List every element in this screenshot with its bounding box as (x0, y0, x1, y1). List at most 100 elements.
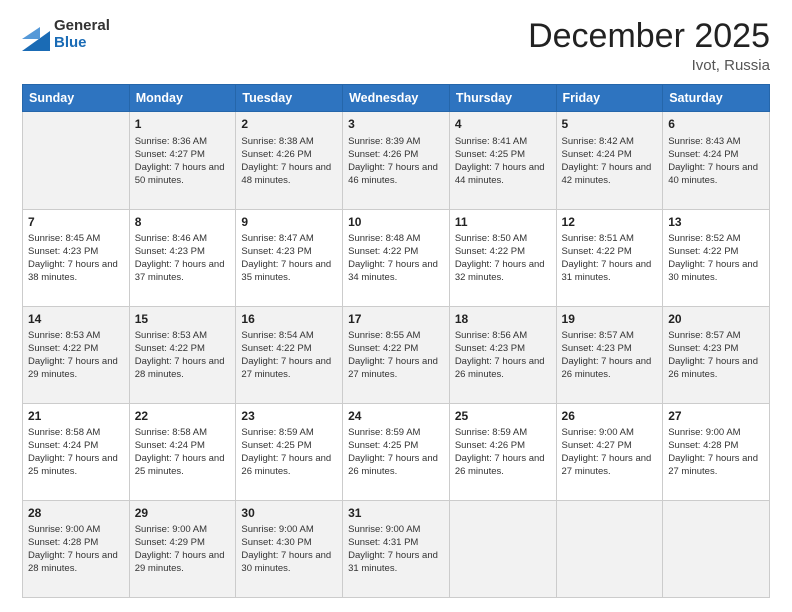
calendar-week-row: 21 Sunrise: 8:58 AMSunset: 4:24 PMDayligh… (23, 403, 770, 500)
location: Ivot, Russia (528, 57, 770, 74)
day-number: 1 (135, 116, 231, 132)
day-number: 13 (668, 214, 764, 230)
col-sunday: Sunday (23, 85, 130, 112)
cell-info: Sunrise: 9:00 AMSunset: 4:28 PMDaylight:… (28, 523, 124, 575)
day-number: 3 (348, 116, 444, 132)
cell-info: Sunrise: 8:54 AMSunset: 4:22 PMDaylight:… (241, 329, 337, 381)
table-row: 6Sunrise: 8:43 AMSunset: 4:24 PMDaylight… (663, 112, 770, 209)
day-number: 11 (455, 214, 551, 230)
cell-info: Sunrise: 8:48 AMSunset: 4:22 PMDaylight:… (348, 232, 444, 284)
col-monday: Monday (129, 85, 236, 112)
day-number: 2 (241, 116, 337, 132)
month-title: December 2025 (528, 18, 770, 55)
day-number: 28 (28, 505, 124, 521)
cell-info: Sunrise: 9:00 AMSunset: 4:29 PMDaylight:… (135, 523, 231, 575)
cell-info: Sunrise: 8:57 AMSunset: 4:23 PMDaylight:… (562, 329, 658, 381)
col-thursday: Thursday (449, 85, 556, 112)
cell-info: Sunrise: 8:59 AMSunset: 4:26 PMDaylight:… (455, 426, 551, 478)
table-row: 17 Sunrise: 8:55 AMSunset: 4:22 PMDayligh… (343, 306, 450, 403)
logo-text: General Blue (54, 18, 110, 51)
cell-info: Sunrise: 8:39 AMSunset: 4:26 PMDaylight:… (348, 135, 444, 187)
day-number: 4 (455, 116, 551, 132)
title-block: December 2025 Ivot, Russia (528, 18, 770, 74)
table-row: 15 Sunrise: 8:53 AMSunset: 4:22 PMDayligh… (129, 306, 236, 403)
logo: General Blue (22, 18, 110, 51)
cell-info: Sunrise: 8:36 AMSunset: 4:27 PMDaylight:… (135, 135, 231, 187)
cell-info: Sunrise: 8:59 AMSunset: 4:25 PMDaylight:… (348, 426, 444, 478)
cell-info: Sunrise: 8:58 AMSunset: 4:24 PMDaylight:… (135, 426, 231, 478)
cell-info: Sunrise: 8:55 AMSunset: 4:22 PMDaylight:… (348, 329, 444, 381)
table-row: 5Sunrise: 8:42 AMSunset: 4:24 PMDaylight… (556, 112, 663, 209)
table-row: 21 Sunrise: 8:58 AMSunset: 4:24 PMDayligh… (23, 403, 130, 500)
cell-info: Sunrise: 8:41 AMSunset: 4:25 PMDaylight:… (455, 135, 551, 187)
table-row: 8Sunrise: 8:46 AMSunset: 4:23 PMDaylight… (129, 209, 236, 306)
day-number: 24 (348, 408, 444, 424)
day-number: 25 (455, 408, 551, 424)
col-friday: Friday (556, 85, 663, 112)
table-row: 4 Sunrise: 8:41 AMSunset: 4:25 PMDaylight… (449, 112, 556, 209)
cell-info: Sunrise: 8:52 AMSunset: 4:22 PMDaylight:… (668, 232, 764, 284)
logo-blue-text: Blue (54, 35, 110, 52)
day-number: 6 (668, 116, 764, 132)
cell-info: Sunrise: 9:00 AMSunset: 4:28 PMDaylight:… (668, 426, 764, 478)
table-row (556, 500, 663, 597)
table-row: 10 Sunrise: 8:48 AMSunset: 4:22 PMDayligh… (343, 209, 450, 306)
table-row: 2 Sunrise: 8:38 AMSunset: 4:26 PMDaylight… (236, 112, 343, 209)
day-number: 7 (28, 214, 124, 230)
page: General Blue December 2025 Ivot, Russia … (0, 0, 792, 612)
table-row: 16Sunrise: 8:54 AMSunset: 4:22 PMDayligh… (236, 306, 343, 403)
day-number: 10 (348, 214, 444, 230)
table-row (663, 500, 770, 597)
table-row: 20 Sunrise: 8:57 AMSunset: 4:23 PMDayligh… (663, 306, 770, 403)
day-number: 19 (562, 311, 658, 327)
table-row: 18Sunrise: 8:56 AMSunset: 4:23 PMDayligh… (449, 306, 556, 403)
table-row: 23 Sunrise: 8:59 AMSunset: 4:25 PMDayligh… (236, 403, 343, 500)
day-number: 30 (241, 505, 337, 521)
table-row: 13 Sunrise: 8:52 AMSunset: 4:22 PMDayligh… (663, 209, 770, 306)
day-number: 8 (135, 214, 231, 230)
cell-info: Sunrise: 8:58 AMSunset: 4:24 PMDaylight:… (28, 426, 124, 478)
table-row: 29 Sunrise: 9:00 AMSunset: 4:29 PMDayligh… (129, 500, 236, 597)
cell-info: Sunrise: 9:00 AMSunset: 4:30 PMDaylight:… (241, 523, 337, 575)
table-row: 28 Sunrise: 9:00 AMSunset: 4:28 PMDayligh… (23, 500, 130, 597)
day-number: 29 (135, 505, 231, 521)
cell-info: Sunrise: 8:50 AMSunset: 4:22 PMDaylight:… (455, 232, 551, 284)
logo-icon (22, 19, 50, 51)
table-row: 25 Sunrise: 8:59 AMSunset: 4:26 PMDayligh… (449, 403, 556, 500)
table-row: 7 Sunrise: 8:45 AMSunset: 4:23 PMDaylight… (23, 209, 130, 306)
table-row (23, 112, 130, 209)
table-row: 3 Sunrise: 8:39 AMSunset: 4:26 PMDaylight… (343, 112, 450, 209)
cell-info: Sunrise: 8:53 AMSunset: 4:22 PMDaylight:… (135, 329, 231, 381)
day-number: 23 (241, 408, 337, 424)
table-row: 26Sunrise: 9:00 AMSunset: 4:27 PMDayligh… (556, 403, 663, 500)
calendar-table: Sunday Monday Tuesday Wednesday Thursday… (22, 84, 770, 598)
table-row: 12Sunrise: 8:51 AMSunset: 4:22 PMDayligh… (556, 209, 663, 306)
cell-info: Sunrise: 8:38 AMSunset: 4:26 PMDaylight:… (241, 135, 337, 187)
table-row: 19 Sunrise: 8:57 AMSunset: 4:23 PMDayligh… (556, 306, 663, 403)
table-row: 9Sunrise: 8:47 AMSunset: 4:23 PMDaylight… (236, 209, 343, 306)
calendar-week-row: 28 Sunrise: 9:00 AMSunset: 4:28 PMDayligh… (23, 500, 770, 597)
table-row: 27Sunrise: 9:00 AMSunset: 4:28 PMDayligh… (663, 403, 770, 500)
cell-info: Sunrise: 9:00 AMSunset: 4:27 PMDaylight:… (562, 426, 658, 478)
col-saturday: Saturday (663, 85, 770, 112)
cell-info: Sunrise: 8:51 AMSunset: 4:22 PMDaylight:… (562, 232, 658, 284)
day-number: 9 (241, 214, 337, 230)
table-row (449, 500, 556, 597)
table-row: 31 Sunrise: 9:00 AMSunset: 4:31 PMDayligh… (343, 500, 450, 597)
cell-info: Sunrise: 8:59 AMSunset: 4:25 PMDaylight:… (241, 426, 337, 478)
cell-info: Sunrise: 8:45 AMSunset: 4:23 PMDaylight:… (28, 232, 124, 284)
logo-general-text: General (54, 18, 110, 35)
cell-info: Sunrise: 8:57 AMSunset: 4:23 PMDaylight:… (668, 329, 764, 381)
day-number: 21 (28, 408, 124, 424)
day-number: 31 (348, 505, 444, 521)
day-number: 17 (348, 311, 444, 327)
calendar-week-row: 14Sunrise: 8:53 AMSunset: 4:22 PMDayligh… (23, 306, 770, 403)
day-number: 20 (668, 311, 764, 327)
cell-info: Sunrise: 9:00 AMSunset: 4:31 PMDaylight:… (348, 523, 444, 575)
table-row: 11 Sunrise: 8:50 AMSunset: 4:22 PMDayligh… (449, 209, 556, 306)
calendar-week-row: 7 Sunrise: 8:45 AMSunset: 4:23 PMDaylight… (23, 209, 770, 306)
day-number: 15 (135, 311, 231, 327)
col-wednesday: Wednesday (343, 85, 450, 112)
cell-info: Sunrise: 8:56 AMSunset: 4:23 PMDaylight:… (455, 329, 551, 381)
day-number: 5 (562, 116, 658, 132)
